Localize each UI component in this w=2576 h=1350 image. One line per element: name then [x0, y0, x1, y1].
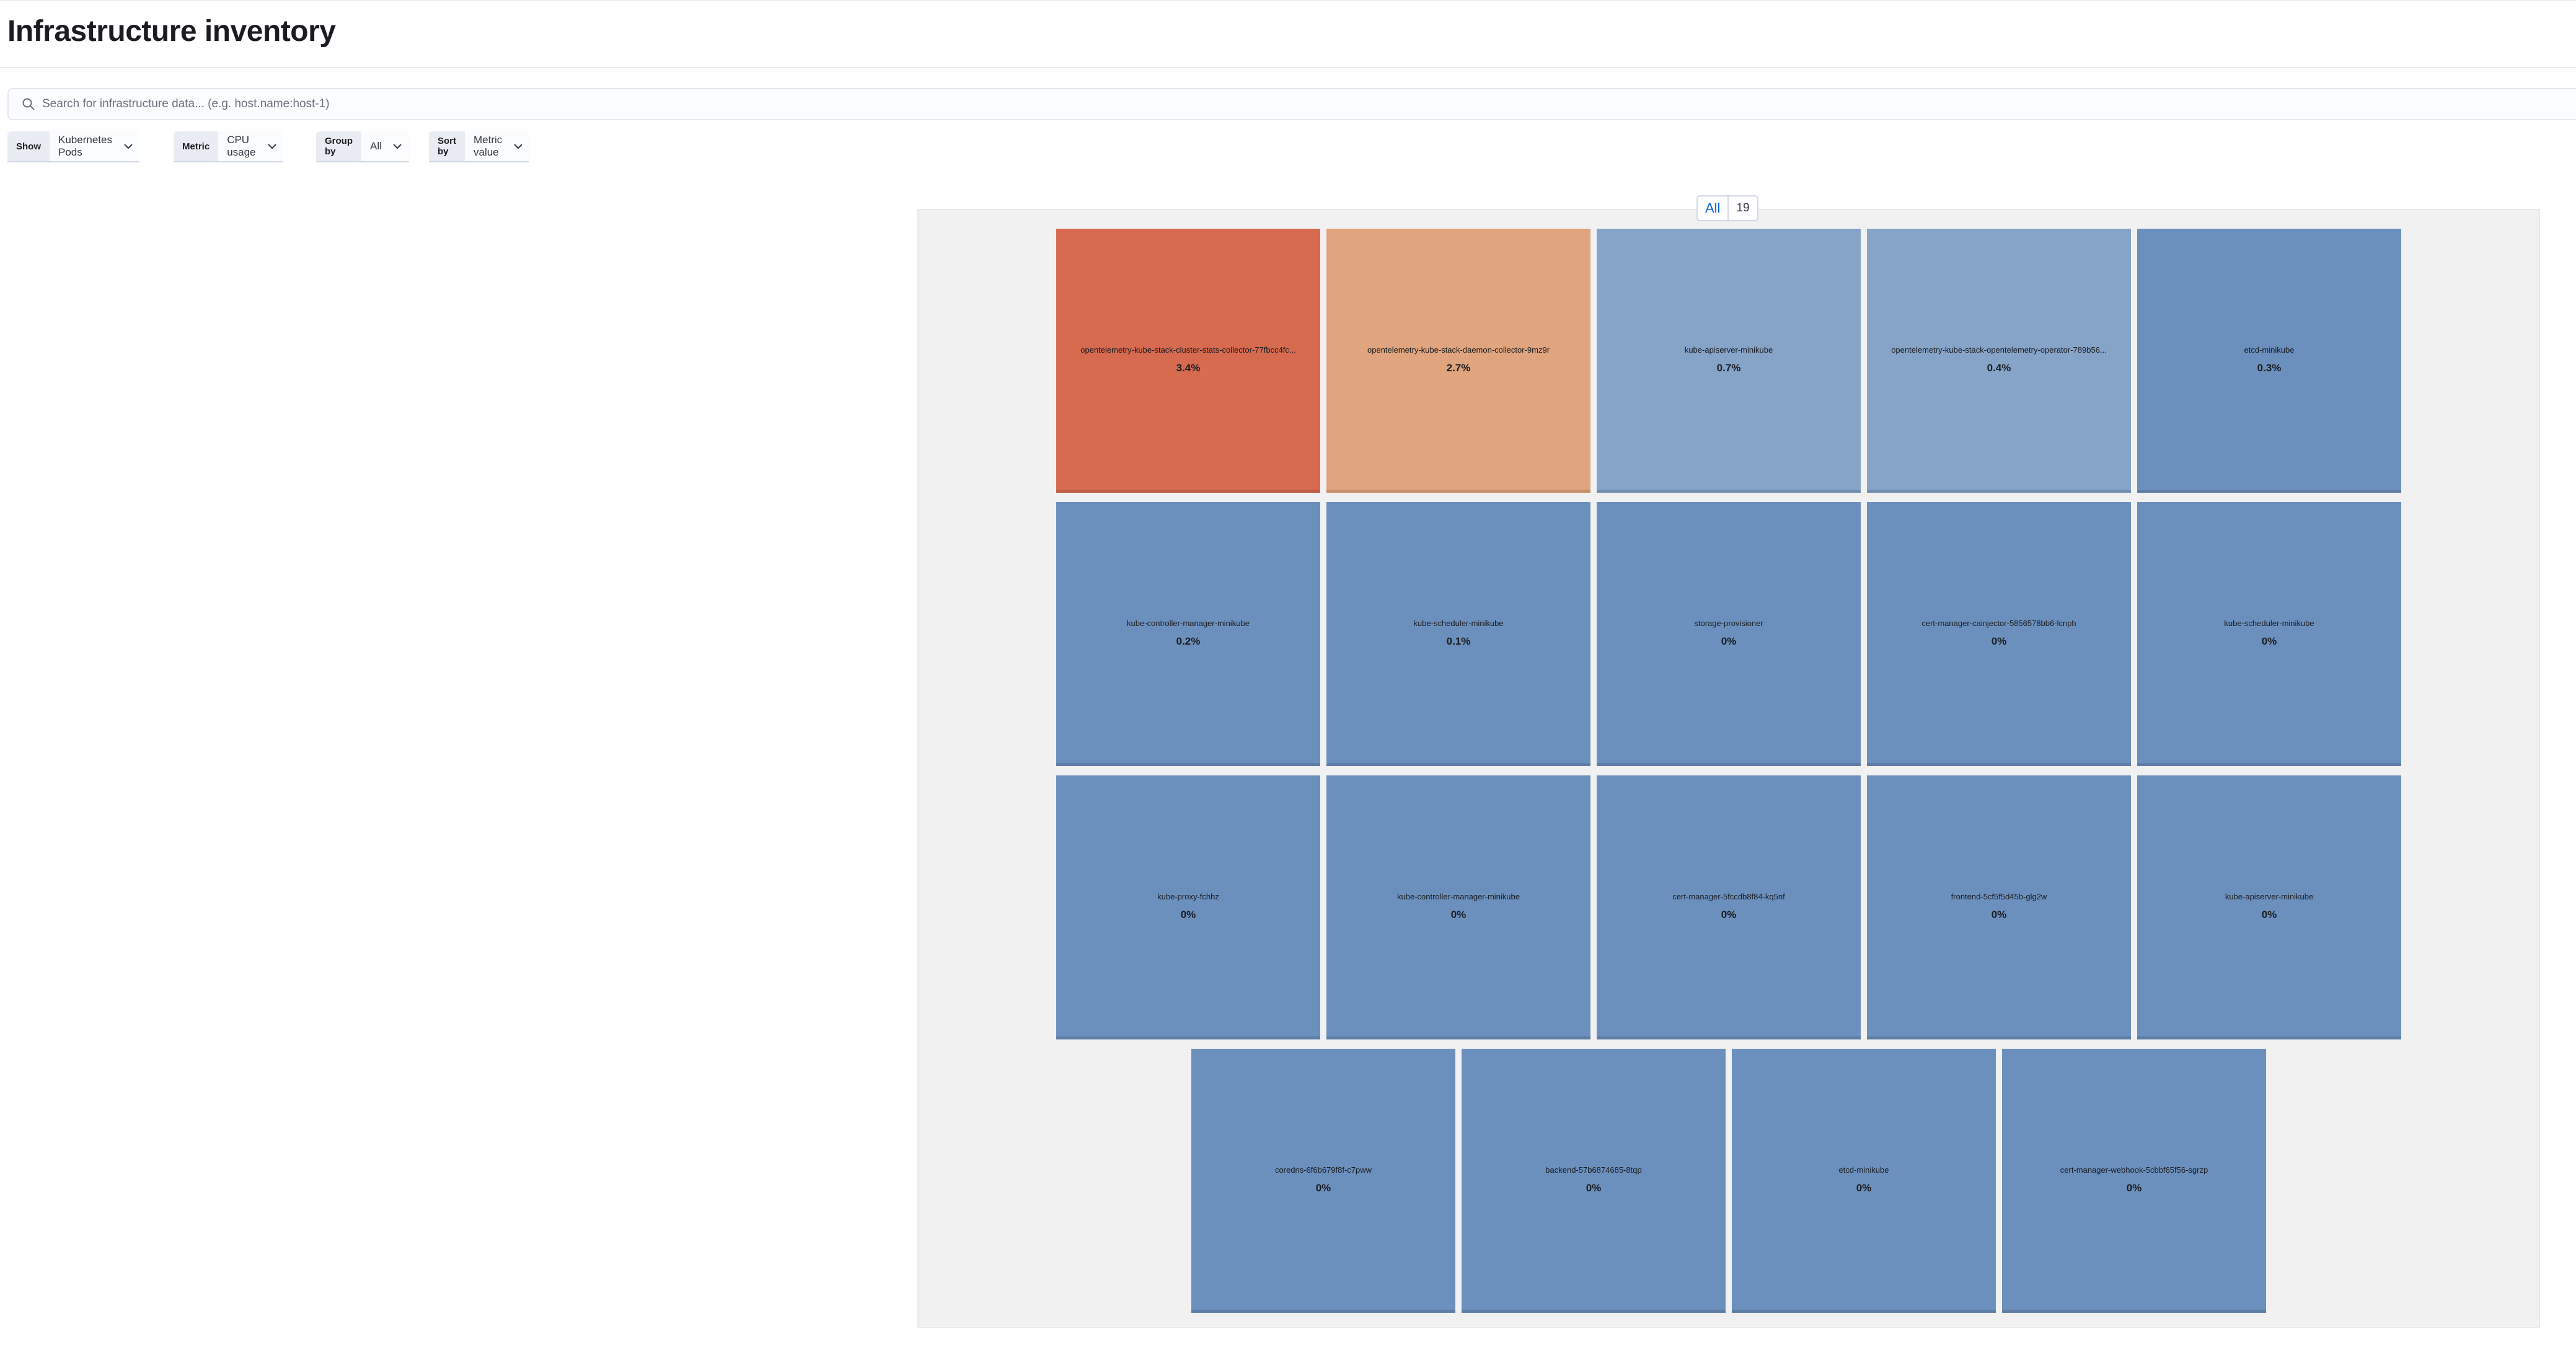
pod-metric-value: 0.1%: [1446, 635, 1471, 647]
group-by-dropdown-value: All: [370, 140, 382, 152]
pod-metric-value: 0%: [1991, 908, 2007, 920]
pod-metric-value: 0%: [1856, 1181, 1872, 1194]
metric-filter[interactable]: Metric CPU usage: [174, 131, 283, 162]
pod-name: cert-manager-cainjector-5856578bb6-lcnph: [1921, 618, 2076, 628]
pod-metric-value: 0%: [1315, 1181, 1331, 1194]
pod-tile[interactable]: kube-controller-manager-minikube 0.2%: [1056, 502, 1320, 766]
pod-name: etcd-minikube: [2244, 345, 2295, 355]
pod-metric-value: 0%: [2126, 1181, 2142, 1194]
pod-name: coredns-6f6b679f8f-c7pww: [1274, 1165, 1372, 1175]
pod-name: cert-manager-5fccdb8f84-kq5nf: [1672, 891, 1785, 901]
group-by-filter-label: Group by: [316, 131, 361, 161]
pod-tile[interactable]: opentelemetry-kube-stack-daemon-collecto…: [1326, 229, 1590, 493]
pod-metric-value: 0%: [1450, 908, 1467, 920]
pod-name: kube-apiserver-minikube: [1684, 345, 1773, 355]
search-input[interactable]: [41, 90, 2576, 118]
group-by-dropdown[interactable]: All: [361, 131, 409, 161]
pod-name: opentelemetry-kube-stack-cluster-stats-c…: [1080, 345, 1296, 355]
pod-name: kube-proxy-fchhz: [1157, 891, 1219, 901]
pod-metric-value: 0.4%: [1987, 361, 2011, 374]
sort-by-filter[interactable]: Sort by Metric value: [429, 131, 530, 162]
pod-tile[interactable]: kube-apiserver-minikube 0%: [2137, 775, 2401, 1039]
pod-metric-value: 0.3%: [2257, 361, 2282, 374]
pod-tile[interactable]: kube-apiserver-minikube 0.7%: [1597, 229, 1861, 493]
pod-tile[interactable]: etcd-minikube 0%: [1732, 1049, 1996, 1313]
group-name[interactable]: All: [1698, 196, 1729, 220]
pod-name: kube-controller-manager-minikube: [1397, 891, 1520, 901]
search-icon: [16, 89, 41, 119]
pod-name: frontend-5cf5f5d45b-glg2w: [1951, 891, 2047, 901]
pod-metric-value: 0%: [1721, 635, 1737, 647]
chevron-down-icon: [513, 141, 523, 152]
group-count: 19: [1736, 201, 1750, 214]
show-filter-label: Show: [7, 131, 50, 161]
pod-metric-value: 2.7%: [1446, 361, 1471, 374]
pod-name: backend-57b6874685-8tqp: [1545, 1165, 1642, 1175]
pod-tile[interactable]: opentelemetry-kube-stack-opentelemetry-o…: [1867, 229, 2131, 493]
sort-by-dropdown[interactable]: Metric value: [465, 131, 530, 161]
chevron-down-icon: [267, 141, 277, 152]
show-dropdown-value: Kubernetes Pods: [58, 134, 112, 158]
group-badge[interactable]: All 19: [1696, 195, 1758, 221]
pod-metric-value: 0%: [1991, 635, 2007, 647]
pod-tile[interactable]: kube-scheduler-minikube 0%: [2137, 502, 2401, 766]
top-border: [0, 0, 2576, 1]
pod-tile[interactable]: cert-manager-cainjector-5856578bb6-lcnph…: [1867, 502, 2131, 766]
chevron-down-icon: [123, 141, 133, 152]
pod-name: opentelemetry-kube-stack-daemon-collecto…: [1367, 345, 1550, 355]
pod-tile[interactable]: opentelemetry-kube-stack-cluster-stats-c…: [1056, 229, 1320, 493]
pod-tile[interactable]: kube-proxy-fchhz 0%: [1056, 775, 1320, 1039]
pod-metric-value: 0%: [1586, 1181, 1602, 1194]
metric-filter-label: Metric: [174, 131, 219, 161]
pod-tile[interactable]: etcd-minikube 0.3%: [2137, 229, 2401, 493]
pod-metric-value: 0%: [2261, 908, 2277, 920]
pod-name: kube-scheduler-minikube: [2224, 618, 2314, 628]
pod-name: cert-manager-webhook-5cbbf65f56-sgrzp: [2060, 1165, 2208, 1175]
pod-metric-value: 0%: [2261, 635, 2277, 647]
pod-tile[interactable]: kube-controller-manager-minikube 0%: [1326, 775, 1590, 1039]
pod-name: kube-controller-manager-minikube: [1127, 618, 1250, 628]
metric-dropdown-value: CPU usage: [227, 134, 256, 158]
pod-tile[interactable]: cert-manager-webhook-5cbbf65f56-sgrzp 0%: [2002, 1049, 2266, 1313]
pod-metric-value: 0.2%: [1176, 635, 1201, 647]
sort-by-filter-label: Sort by: [429, 131, 465, 161]
search-bar[interactable]: [7, 88, 2576, 120]
pod-tile[interactable]: frontend-5cf5f5d45b-glg2w 0%: [1867, 775, 2131, 1039]
pod-metric-value: 0%: [1180, 908, 1196, 920]
pod-name: etcd-minikube: [1838, 1165, 1889, 1175]
metric-dropdown[interactable]: CPU usage: [218, 131, 283, 161]
sort-by-dropdown-value: Metric value: [474, 134, 503, 158]
pod-tile[interactable]: cert-manager-5fccdb8f84-kq5nf 0%: [1597, 775, 1861, 1039]
pod-tile[interactable]: backend-57b6874685-8tqp 0%: [1462, 1049, 1726, 1313]
page-title: Infrastructure inventory: [7, 15, 336, 48]
pod-tile[interactable]: kube-scheduler-minikube 0.1%: [1326, 502, 1590, 766]
pod-metric-value: 3.4%: [1176, 361, 1201, 374]
pod-metric-value: 0%: [1721, 908, 1737, 920]
pod-name: opentelemetry-kube-stack-opentelemetry-o…: [1891, 345, 2107, 355]
group-by-filter[interactable]: Group by All: [316, 131, 409, 162]
show-filter[interactable]: Show Kubernetes Pods: [7, 131, 139, 162]
pod-tile[interactable]: storage-provisioner 0%: [1597, 502, 1861, 766]
pod-metric-value: 0.7%: [1716, 361, 1741, 374]
pod-name: kube-apiserver-minikube: [2225, 891, 2314, 901]
chevron-down-icon: [392, 141, 403, 152]
pod-name: storage-provisioner: [1694, 618, 1763, 628]
pod-tile[interactable]: coredns-6f6b679f8f-c7pww 0%: [1191, 1049, 1455, 1313]
pod-name: kube-scheduler-minikube: [1413, 618, 1504, 628]
show-dropdown[interactable]: Kubernetes Pods: [50, 131, 139, 161]
header-divider: [0, 67, 2576, 68]
